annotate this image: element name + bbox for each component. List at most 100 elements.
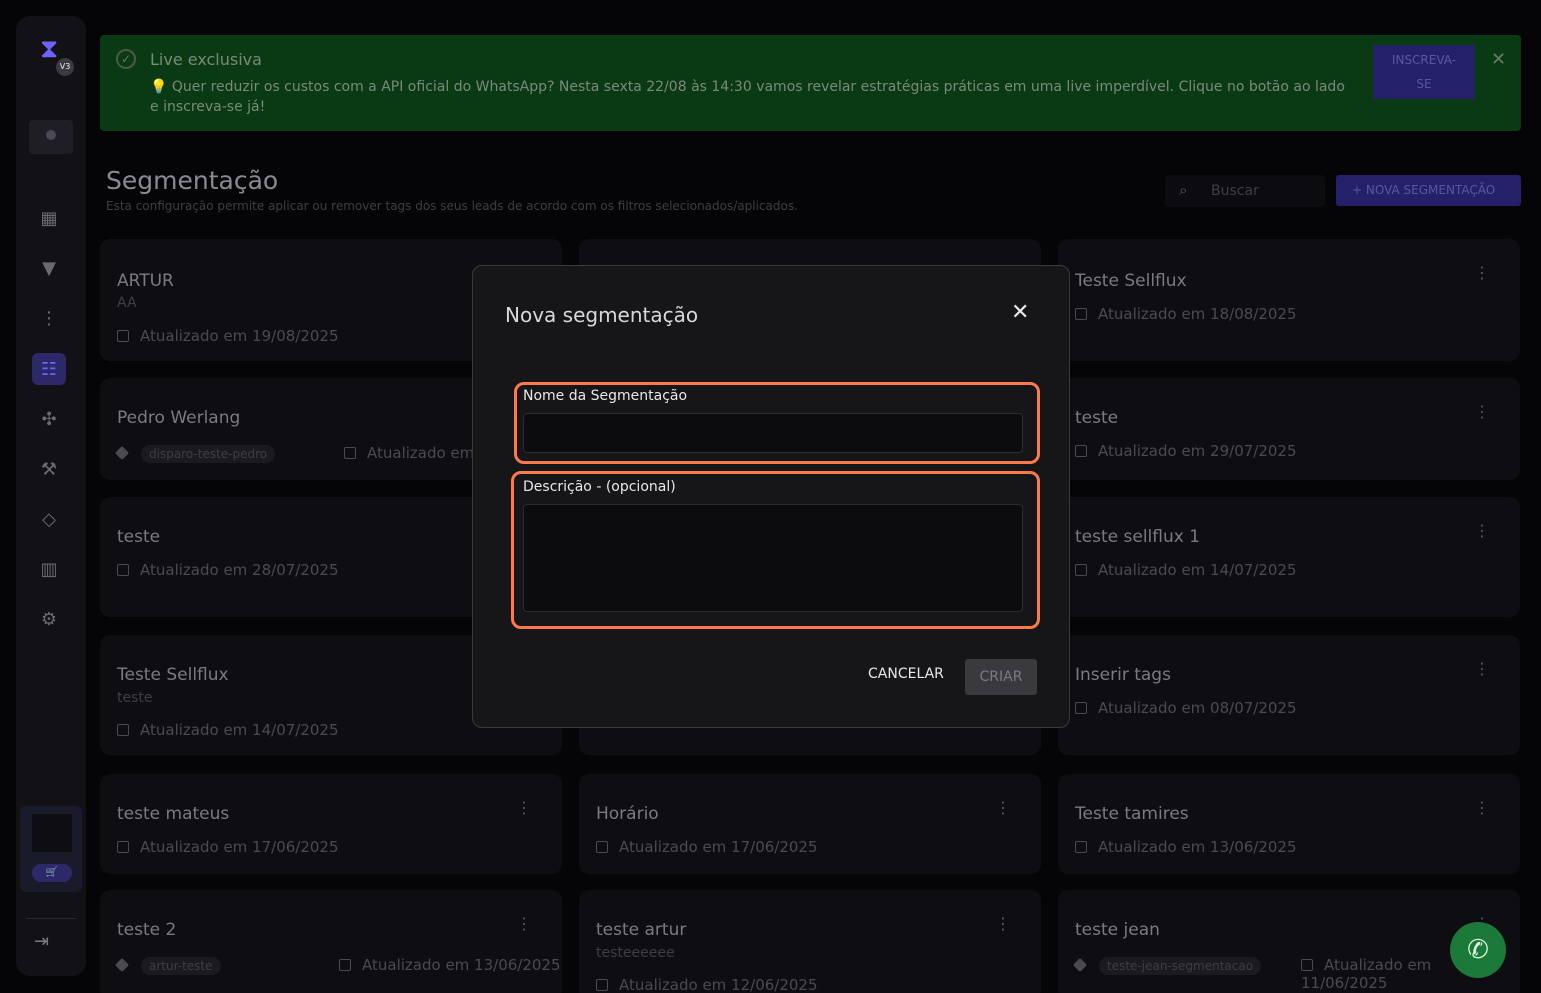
plan-image (32, 814, 72, 852)
more-options-icon[interactable]: ⋮ (1474, 263, 1490, 282)
more-options-icon[interactable]: ⋮ (1474, 659, 1490, 678)
card-date: Atualizado em 19/08/2025 (117, 327, 339, 345)
segment-card[interactable]: Horário ⋮ Atualizado em 17/06/2025 (579, 774, 1041, 874)
puzzle-icon[interactable]: ✣ (32, 403, 66, 435)
segment-card[interactable]: teste mateus ⋮ Atualizado em 17/06/2025 (100, 774, 562, 874)
card-title: teste artur (596, 920, 687, 940)
cancel-button[interactable]: CANCELAR (868, 666, 944, 682)
divider (26, 918, 76, 919)
card-title: Teste Sellflux (117, 665, 229, 685)
subscribe-label-1: INSCREVA- (1391, 53, 1457, 67)
calendar-icon (117, 724, 129, 736)
card-title: Teste Sellflux (1075, 271, 1187, 291)
hourglass-icon: ⧗ (40, 34, 59, 64)
calendar-icon (117, 330, 129, 342)
card-date: Atualizado em 13/06/2025 (339, 956, 561, 974)
segment-card[interactable]: teste 2 ⋮ artur-teste Atualizado em 13/0… (100, 890, 562, 993)
search-field[interactable]: ⌕ Buscar (1165, 175, 1325, 207)
calendar-icon (1075, 308, 1087, 320)
subscribe-button[interactable]: INSCREVA- SE (1373, 45, 1475, 99)
more-options-icon[interactable]: ⋮ (995, 914, 1011, 933)
new-segmentation-dialog: Nova segmentação ✕ Nome da Segmentação D… (472, 265, 1070, 728)
card-date: Atualizado em 18/08/2025 (1075, 305, 1297, 323)
calendar-icon (1075, 445, 1087, 457)
search-input[interactable]: Buscar (1211, 183, 1259, 199)
calendar-icon (344, 447, 356, 459)
banner-title: Live exclusiva (150, 50, 262, 69)
logout-icon[interactable]: ⇥ (34, 931, 49, 952)
segment-card[interactable]: teste artur ⋮ testeeeeee Atualizado em 1… (579, 890, 1041, 993)
card-title: Pedro Werlang (117, 408, 241, 428)
tag-icon (1072, 957, 1088, 973)
card-date: Atualizado em 28/07/2025 (117, 561, 339, 579)
card-date: Atualizado em 17/06/2025 (117, 838, 339, 856)
sidebar: ⧗ V3 ▦ ▼ ⋮ ☷ ✣ ⚒ ◇ ▥ ⚙ 🛒 ⇥ (16, 16, 86, 976)
apps-icon[interactable]: ◇ (32, 503, 66, 535)
name-label: Nome da Segmentação (523, 388, 688, 404)
card-title: teste (117, 527, 161, 547)
funnel-icon[interactable]: ▼ (32, 252, 66, 284)
whatsapp-icon[interactable]: ✆ (1450, 922, 1506, 978)
cart-icon[interactable]: 🛒 (32, 864, 72, 882)
segment-card[interactable]: Inserir tags ⋮ Atualizado em 08/07/2025 (1058, 635, 1520, 755)
avatar[interactable] (29, 120, 73, 154)
plan-box: 🛒 (20, 806, 82, 892)
wrench-icon[interactable]: ⚒ (32, 453, 66, 485)
calendar-icon (1075, 841, 1087, 853)
dashboard-icon[interactable]: ▦ (32, 202, 66, 234)
card-date: Atualizado em 17/06/2025 (596, 838, 818, 856)
card-title: Teste tamires (1075, 804, 1189, 824)
tag-icon (114, 957, 130, 973)
close-icon[interactable]: ✕ (1491, 49, 1506, 70)
card-title: teste mateus (117, 804, 230, 824)
segment-card[interactable]: teste ⋮ Atualizado em 29/07/2025 (1058, 378, 1520, 480)
users-icon[interactable]: ☷ (32, 353, 66, 385)
segment-card[interactable]: Teste Sellflux ⋮ Atualizado em 18/08/202… (1058, 239, 1520, 361)
segment-card[interactable]: Teste tamires ⋮ Atualizado em 13/06/2025 (1058, 774, 1520, 874)
calendar-icon (596, 979, 608, 991)
calendar-icon (1075, 564, 1087, 576)
card-tag: disparo-teste-pedro (114, 445, 276, 463)
segment-card[interactable]: teste sellflux 1 ⋮ Atualizado em 14/07/2… (1058, 497, 1520, 617)
card-description: teste (117, 690, 153, 706)
card-description: AA (117, 295, 137, 311)
card-date: Atualizado em 14/07/2025 (1075, 561, 1297, 579)
more-options-icon[interactable]: ⋮ (516, 914, 532, 933)
card-date: Atualizado em 29/07/2025 (1075, 442, 1297, 460)
calendar-icon (117, 564, 129, 576)
calendar-icon (1301, 959, 1313, 971)
chart-icon[interactable]: ▥ (32, 553, 66, 585)
card-date: Atualizado em 12/06/2025 (596, 976, 818, 993)
card-date: Atualizado em 08/07/2025 (1075, 699, 1297, 717)
card-title: teste jean (1075, 920, 1160, 940)
more-options-icon[interactable]: ⋮ (1474, 798, 1490, 817)
page-title: Segmentação (106, 166, 279, 195)
gear-icon[interactable]: ⚙ (32, 603, 66, 635)
more-options-icon[interactable]: ⋮ (1474, 521, 1490, 540)
card-tag: teste-jean-segmentacao (1072, 957, 1262, 975)
flow-icon[interactable]: ⋮ (32, 302, 66, 334)
description-textarea[interactable] (523, 504, 1023, 612)
more-options-icon[interactable]: ⋮ (516, 798, 532, 817)
segmentation-name-input[interactable] (523, 413, 1023, 453)
more-options-icon[interactable]: ⋮ (995, 798, 1011, 817)
card-title: teste sellflux 1 (1075, 527, 1201, 547)
dialog-title: Nova segmentação (505, 303, 699, 327)
more-options-icon[interactable]: ⋮ (1474, 402, 1490, 421)
create-button[interactable]: CRIAR (965, 659, 1037, 695)
card-date: Atualizado em 13/06/2025 (1075, 838, 1297, 856)
calendar-icon (1075, 702, 1087, 714)
card-title: ARTUR (117, 271, 174, 291)
check-circle-icon: ✓ (116, 49, 136, 69)
card-title: Horário (596, 804, 659, 824)
card-date: Atualizado em 1 (344, 444, 489, 462)
search-icon: ⌕ (1179, 181, 1188, 199)
version-badge: V3 (56, 58, 74, 76)
card-title: teste 2 (117, 920, 177, 940)
calendar-icon (596, 841, 608, 853)
close-icon[interactable]: ✕ (1011, 300, 1029, 325)
calendar-icon (339, 959, 351, 971)
card-title: Inserir tags (1075, 665, 1171, 685)
app-logo[interactable]: ⧗ V3 (30, 32, 74, 76)
new-segmentation-button[interactable]: + NOVA SEGMENTAÇÃO (1336, 175, 1521, 206)
